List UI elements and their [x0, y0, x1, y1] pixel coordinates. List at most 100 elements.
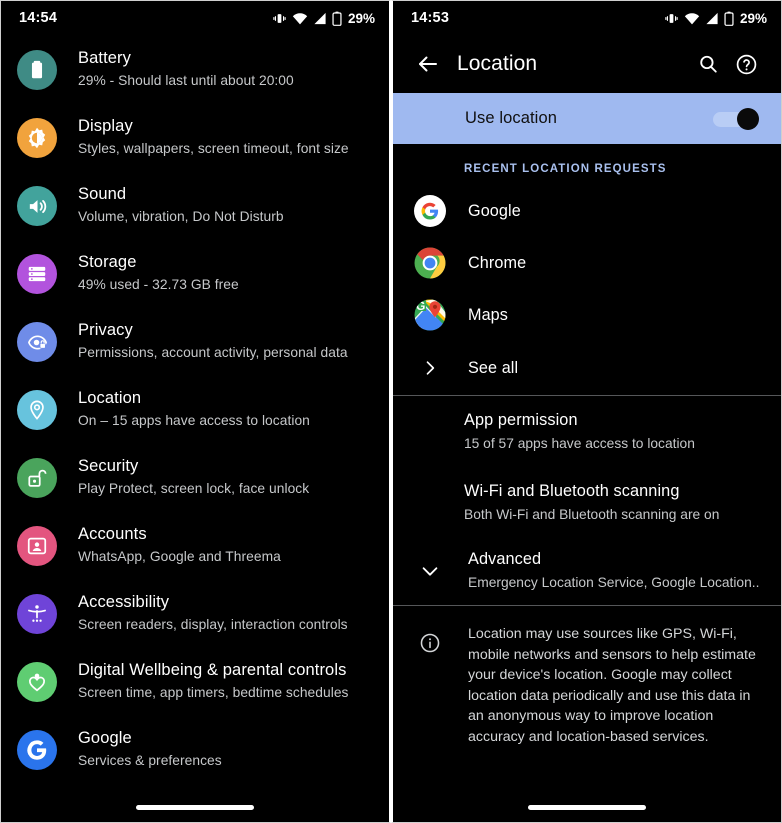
google-maps-icon: G [413, 298, 447, 332]
settings-item-accounts[interactable]: Accounts WhatsApp, Google and Threema [1, 513, 389, 581]
settings-item-battery[interactable]: Battery 29% - Should last until about 20… [1, 37, 389, 105]
settings-item-title: Display [78, 117, 133, 135]
preference-row-wifi-bluetooth-scanning[interactable]: Wi-Fi and Bluetooth scanning Both Wi-Fi … [393, 467, 781, 538]
recent-app-row-maps[interactable]: G Maps [393, 289, 781, 341]
vibrate-icon [272, 11, 287, 26]
settings-item-title: Digital Wellbeing & parental controls [78, 661, 347, 679]
use-location-row[interactable]: Use location [393, 93, 781, 144]
settings-item-subtitle: WhatsApp, Google and Threema [78, 549, 281, 564]
battery-icon [332, 11, 342, 26]
settings-list: Battery 29% - Should last until about 20… [1, 35, 389, 785]
status-time: 14:54 [19, 10, 58, 26]
gesture-pill[interactable] [136, 805, 254, 810]
info-icon [413, 626, 447, 660]
settings-item-google[interactable]: Google Services & preferences [1, 717, 389, 785]
settings-item-subtitle: Screen time, app timers, bedtime schedul… [78, 685, 349, 700]
settings-item-display[interactable]: Display Styles, wallpapers, screen timeo… [1, 105, 389, 173]
settings-item-subtitle: Permissions, account activity, personal … [78, 345, 348, 360]
wifi-icon [292, 12, 308, 25]
settings-item-digital-wellbeing[interactable]: Digital Wellbeing & parental controls Sc… [1, 649, 389, 717]
recent-app-row-google[interactable]: Google [393, 185, 781, 237]
recent-location-requests-header: RECENT LOCATION REQUESTS [464, 163, 667, 175]
settings-item-storage[interactable]: Storage 49% used - 32.73 GB free [1, 241, 389, 309]
use-location-toggle[interactable] [713, 107, 759, 130]
preference-subtitle: 15 of 57 apps have access to location [464, 436, 695, 451]
settings-item-subtitle: Volume, vibration, Do Not Disturb [78, 209, 284, 224]
battery-percent: 29% [739, 10, 767, 26]
use-location-label: Use location [465, 109, 557, 127]
battery-icon [724, 11, 734, 26]
preference-title: App permission [464, 411, 578, 429]
settings-item-text: Display Styles, wallpapers, screen timeo… [57, 114, 349, 158]
settings-item-title: Privacy [78, 321, 133, 339]
settings-item-subtitle: Screen readers, display, interaction con… [78, 617, 348, 632]
google-g-icon [17, 730, 57, 770]
settings-item-text: Google Services & preferences [57, 726, 222, 770]
settings-item-text: Accessibility Screen readers, display, i… [57, 590, 348, 634]
settings-item-title: Google [78, 729, 132, 747]
settings-item-text: Sound Volume, vibration, Do Not Disturb [57, 182, 284, 226]
signal-icon [705, 12, 719, 25]
preference-row-app-permission[interactable]: App permission 15 of 57 apps have access… [393, 396, 781, 467]
right-status-bar: 14:53 29% [393, 1, 781, 35]
signal-icon [313, 12, 327, 25]
preference-subtitle: Both Wi-Fi and Bluetooth scanning are on [464, 507, 720, 522]
location-pin-icon [17, 390, 57, 430]
see-all-label: See all [468, 358, 519, 377]
settings-item-title: Accessibility [78, 593, 170, 611]
settings-item-security[interactable]: Security Play Protect, screen lock, face… [1, 445, 389, 513]
accessibility-icon [17, 594, 57, 634]
settings-item-title: Location [78, 389, 142, 407]
advanced-row[interactable]: Advanced Emergency Location Service, Goo… [393, 538, 781, 605]
gesture-pill[interactable] [528, 805, 646, 810]
status-icon-group: 29% [272, 11, 375, 26]
app-bar: Location [393, 35, 781, 93]
recent-app-name: Google [468, 201, 521, 220]
gesture-navigation-bar[interactable] [1, 805, 389, 810]
chevron-down-icon [413, 554, 447, 588]
advanced-subtitle: Emergency Location Service, Google Locat… [468, 575, 760, 590]
battery-percent: 29% [347, 10, 375, 26]
settings-item-subtitle: On – 15 apps have access to location [78, 413, 310, 428]
brightness-icon [17, 118, 57, 158]
settings-item-subtitle: 49% used - 32.73 GB free [78, 277, 239, 292]
search-icon[interactable] [689, 45, 727, 83]
recent-app-row-chrome[interactable]: Chrome [393, 237, 781, 289]
privacy-eye-lock-icon [17, 322, 57, 362]
vibrate-icon [664, 11, 679, 26]
settings-item-title: Accounts [78, 525, 147, 543]
status-time: 14:53 [411, 10, 450, 26]
gesture-navigation-bar[interactable] [393, 805, 781, 810]
settings-item-privacy[interactable]: Privacy Permissions, account activity, p… [1, 309, 389, 377]
settings-item-sound[interactable]: Sound Volume, vibration, Do Not Disturb [1, 173, 389, 241]
settings-item-title: Battery [78, 49, 131, 67]
settings-item-text: Accounts WhatsApp, Google and Threema [57, 522, 281, 566]
chrome-icon [413, 246, 447, 280]
help-circle-icon[interactable] [727, 45, 765, 83]
see-all-row[interactable]: See all [393, 341, 781, 395]
settings-item-text: Privacy Permissions, account activity, p… [57, 318, 348, 362]
settings-item-subtitle: 29% - Should last until about 20:00 [78, 73, 294, 88]
settings-item-text: Storage 49% used - 32.73 GB free [57, 250, 239, 294]
arrow-back-icon[interactable] [411, 47, 445, 81]
advanced-text: Advanced Emergency Location Service, Goo… [447, 549, 759, 592]
wifi-icon [684, 12, 700, 25]
left-phone-settings-screen: 14:54 29% Battery 29% - Should last unti… [0, 0, 391, 823]
right-phone-location-screen: 14:53 29% Location Use location RECENT L… [391, 0, 782, 823]
settings-item-title: Sound [78, 185, 127, 203]
settings-item-subtitle: Styles, wallpapers, screen timeout, font… [78, 141, 349, 156]
preference-title: Wi-Fi and Bluetooth scanning [464, 482, 680, 500]
unlock-icon [17, 458, 57, 498]
settings-item-text: Location On – 15 apps have access to loc… [57, 386, 310, 430]
settings-item-location[interactable]: Location On – 15 apps have access to loc… [1, 377, 389, 445]
volume-icon [17, 186, 57, 226]
location-footnote: Location may use sources like GPS, Wi-Fi… [393, 606, 781, 747]
svg-text:G: G [416, 299, 425, 313]
account-portrait-icon [17, 526, 57, 566]
settings-item-subtitle: Services & preferences [78, 753, 222, 768]
settings-item-title: Storage [78, 253, 137, 271]
settings-item-accessibility[interactable]: Accessibility Screen readers, display, i… [1, 581, 389, 649]
recent-app-name: Maps [468, 305, 508, 324]
battery-icon [17, 50, 57, 90]
settings-item-title: Security [78, 457, 139, 475]
